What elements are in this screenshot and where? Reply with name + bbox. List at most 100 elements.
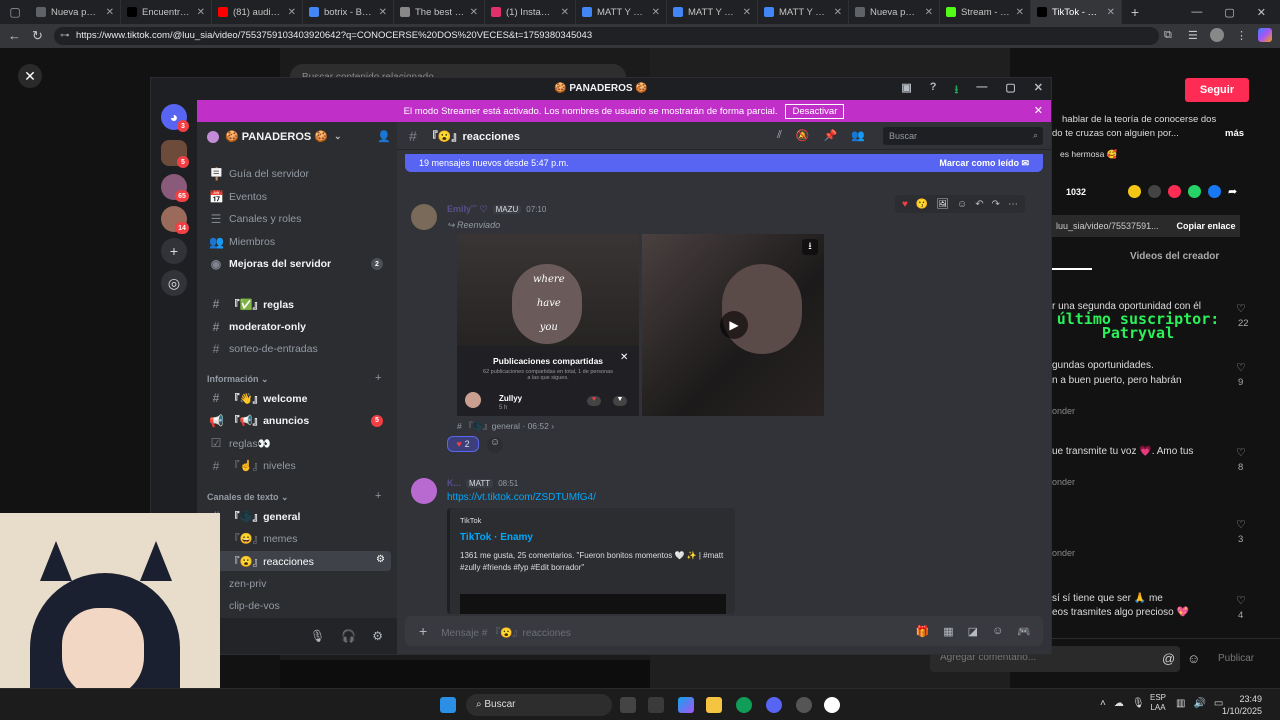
sidebar-channel[interactable]: #『🌑』general [205, 506, 391, 526]
add-server-icon[interactable]: + [161, 238, 187, 264]
close-tab-icon[interactable]: ✕ [652, 7, 660, 18]
deactivate-button[interactable]: Desactivar [785, 103, 845, 119]
close-tab-icon[interactable]: ✕ [1016, 7, 1024, 18]
reply-icon[interactable]: ↶ [975, 199, 983, 210]
reply-link[interactable]: onder [1052, 406, 1075, 416]
copy-link-button[interactable]: Copiar enlace [1172, 215, 1240, 237]
sidebar-channel[interactable]: # sorteo-de-entradas [205, 339, 391, 359]
onedrive-icon[interactable]: ☁ [1114, 698, 1124, 709]
mute-icon[interactable]: 🔕 [796, 129, 810, 142]
browser-tab[interactable]: The best Chat ✕ [394, 0, 485, 24]
mark-read-button[interactable]: Marcar como leído ✉ [939, 158, 1029, 169]
file-explorer-icon[interactable] [706, 697, 722, 713]
site-info-icon[interactable]: ⊶ [60, 27, 70, 45]
browser-tab[interactable]: MATT Y ZULLY ✕ [667, 0, 758, 24]
reload-icon[interactable]: ↻ [32, 28, 43, 44]
edge-icon[interactable] [736, 697, 752, 713]
search-input[interactable]: Buscar ⌕ [883, 127, 1043, 145]
heart-icon[interactable]: ♡ [1236, 361, 1246, 374]
close-tab-icon[interactable]: ✕ [379, 7, 387, 18]
close-tab-icon[interactable]: ✕ [925, 7, 933, 18]
avatar[interactable] [411, 204, 437, 230]
embed-title[interactable]: TikTok · Enamy [460, 532, 725, 543]
invite-icon[interactable]: 👤 [377, 130, 391, 143]
tab-list-icon[interactable]: ▢ [0, 0, 30, 24]
close-window-icon[interactable]: ✕ [1257, 6, 1266, 19]
sidebar-channel[interactable]: # moderator-only [205, 317, 391, 337]
sidebar-channel[interactable]: # 『👋』welcome [205, 388, 391, 408]
sticker-icon[interactable]: ◪ [968, 625, 978, 638]
app-icon[interactable] [796, 697, 812, 713]
server-icon[interactable]: 14 [161, 206, 189, 234]
reply-link[interactable]: onder [1052, 477, 1075, 487]
minimize-icon[interactable]: — [976, 81, 987, 100]
mention-icon[interactable]: @ [1162, 651, 1175, 666]
coin-icon[interactable] [1128, 185, 1141, 198]
network-icon[interactable]: ▥ [1176, 698, 1185, 709]
server-icon[interactable]: 5 [161, 140, 189, 168]
sidebar-channel[interactable]: #『😄』memes [205, 529, 391, 549]
add-channel-icon[interactable]: + [375, 372, 381, 384]
author-name[interactable]: K... [447, 478, 461, 488]
close-tab-icon[interactable]: ✕ [1107, 7, 1115, 18]
close-tab-icon[interactable]: ✕ [561, 7, 569, 18]
back-icon[interactable]: ← [8, 28, 21, 43]
new-messages-bar[interactable]: 19 mensajes nuevos desde 5:47 p.m. Marca… [405, 154, 1043, 172]
discord-taskbar-icon[interactable] [766, 697, 782, 713]
browser-tab[interactable]: (1) Instagram ✕ [485, 0, 576, 24]
react-emoji-icon[interactable]: 😗 [916, 199, 928, 210]
sidebar-channel[interactable]: zen-priv [205, 574, 391, 594]
add-attachment-icon[interactable]: + [419, 623, 427, 639]
sidebar-channel[interactable]: 📅 Eventos [205, 187, 391, 207]
publish-button[interactable]: Publicar [1218, 653, 1254, 664]
menu-icon[interactable]: ☰ [1188, 29, 1198, 42]
explore-icon[interactable]: ◎ [161, 270, 187, 296]
heart-icon[interactable]: ♡ [1236, 594, 1246, 607]
gif-icon[interactable]: ▦ [943, 625, 953, 638]
settings-icon[interactable]: ⚙ [372, 629, 383, 643]
heart-icon[interactable]: ♡ [1236, 518, 1246, 531]
sidebar-channel[interactable]: # 『✅』reglas [205, 294, 391, 314]
message-composer[interactable]: + Mensaje # 『😮』reacciones 🎁 ▦ ◪ ☺ 🎮 [405, 616, 1043, 646]
minimize-icon[interactable]: — [1191, 6, 1202, 19]
browser-tab[interactable]: botrix - Búsqu ✕ [303, 0, 394, 24]
download-icon[interactable]: ⭳ [802, 239, 818, 255]
clock[interactable]: 23:49 1/10/2025 [1214, 693, 1262, 717]
gift-icon[interactable]: 🎁 [916, 625, 930, 638]
follow-button[interactable]: Seguir [1185, 78, 1249, 102]
emoji-icon[interactable]: ☺ [992, 625, 1003, 638]
author-name[interactable]: Emily˘˘ ♡ [447, 204, 488, 215]
maximize-icon[interactable]: ▢ [1224, 6, 1234, 19]
embed-thumbnail[interactable] [460, 594, 726, 614]
maximize-icon[interactable]: ▢ [1005, 81, 1015, 100]
browser-tab[interactable]: MATT Y ZULLY ✕ [576, 0, 667, 24]
message-link[interactable]: https://vt.tiktok.com/ZSDTUMfG4/ [447, 492, 596, 503]
avatar[interactable] [411, 478, 437, 504]
whatsapp-icon[interactable] [1188, 185, 1201, 198]
headphones-icon[interactable]: 🎧 [341, 629, 356, 643]
volume-icon[interactable]: 🔊 [1193, 698, 1205, 709]
sidebar-channel[interactable]: ◉ Mejoras del servidor 2 [205, 254, 391, 274]
facebook-icon[interactable] [1208, 185, 1221, 198]
play-icon[interactable]: ▶ [720, 311, 748, 339]
threads-icon[interactable]: ⫽ [777, 129, 782, 142]
more-icon[interactable]: ⋯ [1008, 199, 1018, 210]
more-icon[interactable]: ⋮ [1236, 29, 1247, 42]
sidebar-channel[interactable]: 📢 『📢』anuncios 5 [205, 411, 391, 431]
browser-tab[interactable]: Nueva pestaña ✕ [849, 0, 940, 24]
url-field[interactable]: ⊶ https://www.tiktok.com/@luu_sia/video/7… [54, 27, 1159, 45]
taskbar-search[interactable]: ⌕ Buscar [466, 694, 612, 716]
copilot-icon[interactable] [1258, 28, 1272, 42]
channel-settings-icon[interactable]: ⚙ [376, 554, 385, 565]
browser-tab[interactable]: Stream - Kick ✕ [940, 0, 1031, 24]
new-tab-button[interactable]: + [1122, 4, 1148, 20]
browser-tab[interactable]: Encuentra 'CC ✕ [121, 0, 212, 24]
attachment-video[interactable]: ▶ ⭳ [642, 234, 824, 416]
heart-icon[interactable]: ♡ [1236, 446, 1246, 459]
apps-icon[interactable]: 🎮 [1017, 625, 1031, 638]
pin-icon[interactable]: 📌 [824, 129, 838, 142]
browser-tab[interactable]: Nueva pestaña ✕ [30, 0, 121, 24]
close-tab-icon[interactable]: ✕ [470, 7, 478, 18]
help-icon[interactable]: ? [930, 81, 937, 100]
inbox-icon[interactable]: ▣ [901, 81, 911, 100]
